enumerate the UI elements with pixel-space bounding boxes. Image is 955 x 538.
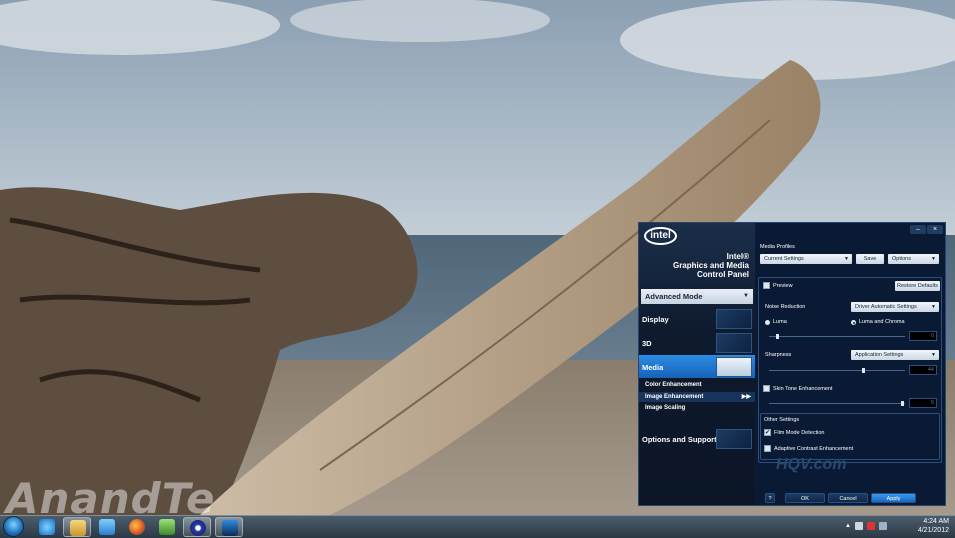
network-icon[interactable]	[879, 522, 887, 530]
monitor-icon	[222, 520, 238, 536]
mode-dropdown[interactable]: Advanced Mode ▼	[641, 289, 753, 304]
skin-tone-label: Skin Tone Enhancement	[773, 386, 833, 392]
noise-reduction-value: Driver Automatic Settings	[855, 304, 917, 310]
chevron-down-icon: ▼	[844, 256, 849, 262]
sharpness-value: Application Settings	[855, 352, 904, 358]
skin-tone-slider-thumb[interactable]	[901, 401, 904, 406]
explorer-taskbar-button[interactable]	[63, 517, 91, 537]
clock-time[interactable]: 4:24 AM	[923, 518, 949, 525]
sharpness-slider-thumb[interactable]	[862, 368, 865, 373]
chevron-down-icon: ▼	[931, 304, 936, 310]
projector-icon	[716, 357, 752, 377]
noise-reduction-dropdown[interactable]: Driver Automatic Settings ▼	[851, 302, 939, 312]
luma-chroma-label: Luma and Chroma	[859, 319, 905, 325]
brand-line-2: Graphics and Media	[672, 261, 749, 270]
nav-item-display[interactable]: Display	[639, 307, 755, 330]
nav-item-3d[interactable]: 3D	[639, 331, 755, 354]
save-button[interactable]: Save	[856, 254, 884, 264]
app-taskbar-button[interactable]	[153, 517, 181, 537]
skin-tone-value-box[interactable]: 5	[909, 398, 937, 408]
nav-item-label: Display	[642, 315, 669, 324]
3d-thumbnail-icon	[716, 333, 752, 353]
clock-date[interactable]: 4/21/2012	[918, 527, 949, 534]
options-dropdown[interactable]: Options ▼	[888, 254, 939, 264]
luma-label: Luma	[773, 319, 787, 325]
sub-item-label: Image Enhancement	[645, 394, 704, 400]
sub-item-label: Color Enhancement	[645, 382, 702, 388]
sharpness-dropdown[interactable]: Application Settings ▼	[851, 350, 939, 360]
mode-dropdown-label: Advanced Mode	[645, 292, 703, 301]
support-thumbnail-icon	[716, 429, 752, 449]
noise-slider-track[interactable]	[769, 336, 905, 337]
ie-icon	[39, 519, 55, 535]
adaptive-contrast-label: Adaptive Contrast Enhancement	[774, 446, 854, 452]
media-player-icon	[99, 519, 115, 535]
luma-radio[interactable]	[765, 320, 770, 325]
nav-item-label: Media	[642, 363, 664, 372]
nav-item-media[interactable]: Media	[639, 355, 755, 378]
restore-defaults-button[interactable]: Restore Defaults	[895, 281, 940, 291]
apply-button[interactable]: Apply	[871, 493, 916, 503]
action-center-flag-icon[interactable]	[867, 522, 875, 530]
nav-item-options-support[interactable]: Options and Support	[639, 427, 755, 450]
eye-app-taskbar-button[interactable]	[183, 517, 211, 537]
profile-dropdown[interactable]: Current Settings ▼	[760, 254, 852, 264]
right-settings-pane: – × Media Profiles Current Settings ▼ Sa…	[756, 223, 945, 505]
skin-tone-slider-track[interactable]	[769, 403, 905, 404]
noise-reduction-label: Noise Reduction	[765, 304, 806, 310]
ok-button[interactable]: OK	[785, 493, 825, 503]
sub-item-image-enhancement[interactable]: Image Enhancement ▶▶	[639, 392, 755, 402]
intel-control-panel-window: intel Intel® Graphics and Media Control …	[638, 222, 946, 506]
sub-item-label: Image Scaling	[645, 405, 686, 411]
volume-icon[interactable]	[855, 522, 863, 530]
media-profiles-label: Media Profiles	[760, 244, 795, 250]
firefox-icon	[129, 519, 145, 535]
nav-item-label: 3D	[642, 339, 652, 348]
sharpness-value-box[interactable]: 44	[909, 365, 937, 375]
nav-item-label: Options and Support	[642, 435, 717, 444]
sharpness-slider-track[interactable]	[769, 370, 905, 371]
close-button[interactable]: ×	[927, 225, 943, 234]
display-thumbnail-icon	[716, 309, 752, 329]
options-dropdown-label: Options	[892, 256, 911, 262]
app-icon	[159, 519, 175, 535]
sub-item-image-scaling[interactable]: Image Scaling	[639, 403, 755, 413]
cancel-button[interactable]: Cancel	[828, 493, 868, 503]
system-tray: ▲ 4:24 AM 4/21/2012	[841, 516, 951, 538]
luma-chroma-radio[interactable]	[851, 320, 856, 325]
noise-slider-thumb[interactable]	[776, 334, 779, 339]
media-player-taskbar-button[interactable]	[93, 517, 121, 537]
chevron-down-icon: ▼	[743, 293, 749, 299]
profile-dropdown-value: Current Settings	[764, 256, 804, 262]
adaptive-contrast-checkbox[interactable]	[764, 445, 771, 452]
brand-line-3: Control Panel	[696, 270, 749, 279]
sub-item-color-enhancement[interactable]: Color Enhancement	[639, 380, 755, 390]
show-hidden-icons-icon[interactable]: ▲	[843, 523, 851, 531]
intel-logo: intel	[644, 227, 677, 245]
hqv-logo: HQV.com	[776, 456, 847, 473]
other-settings-label: Other Settings	[764, 417, 800, 423]
skin-tone-checkbox[interactable]	[763, 385, 770, 392]
help-button[interactable]: ?	[765, 493, 775, 503]
eye-icon	[190, 520, 206, 536]
noise-value-box[interactable]: 0	[909, 331, 937, 341]
left-navigation-pane: intel Intel® Graphics and Media Control …	[639, 223, 755, 505]
windows-start-icon[interactable]	[3, 516, 24, 537]
chevron-down-icon: ▼	[931, 256, 936, 262]
ie-taskbar-button[interactable]	[33, 517, 61, 537]
sharpness-label: Sharpness	[765, 352, 792, 358]
fast-forward-icon: ▶▶	[741, 394, 751, 400]
taskbar: ▲ 4:24 AM 4/21/2012	[0, 515, 955, 538]
preview-checkbox[interactable]	[763, 282, 770, 289]
intel-graphics-taskbar-button[interactable]	[215, 517, 243, 537]
brand-line-1: Intel®	[726, 252, 749, 261]
chevron-down-icon: ▼	[931, 352, 936, 358]
film-mode-label: Film Mode Detection	[774, 430, 825, 436]
preview-label: Preview	[773, 283, 793, 289]
folder-icon	[70, 520, 86, 536]
film-mode-checkbox[interactable]: ✔	[764, 429, 771, 436]
firefox-taskbar-button[interactable]	[123, 517, 151, 537]
minimize-button[interactable]: –	[910, 225, 926, 234]
